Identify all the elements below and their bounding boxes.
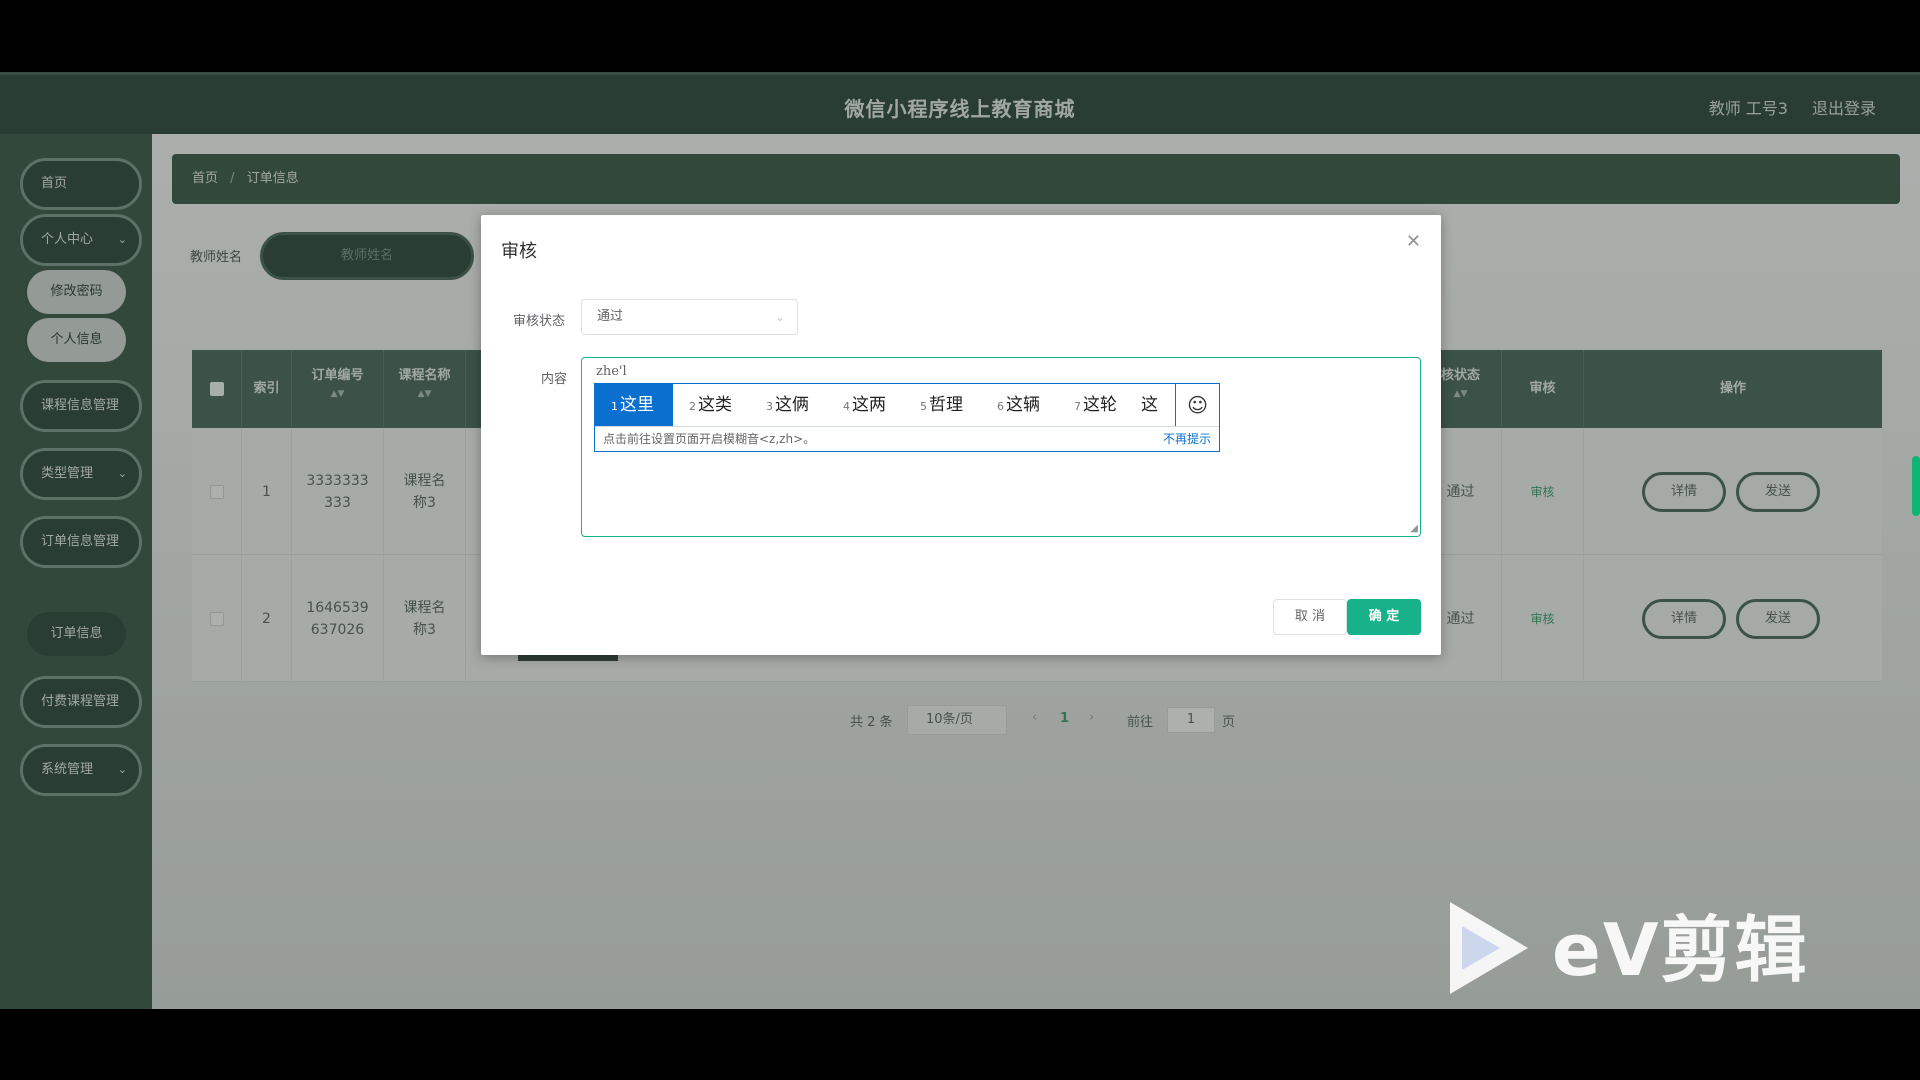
close-icon[interactable]: ✕ (1406, 231, 1421, 252)
ime-candidate[interactable]: 6 这辆 (981, 384, 1040, 426)
ime-candidate[interactable]: 5 哲理 (904, 384, 963, 426)
play-logo-inner-icon (1462, 926, 1500, 970)
confirm-button[interactable]: 确 定 (1347, 599, 1421, 635)
screen-frame: 微信小程序线上教育商城 教师 工号3 退出登录 首页 个人中心 ⌄ 修改密码 个… (0, 0, 1920, 1080)
audit-status-select[interactable]: 通过 ⌄ (581, 299, 798, 335)
audit-status-value: 通过 (597, 309, 624, 324)
dialog-title: 审核 (501, 241, 537, 262)
emoji-icon[interactable]: ☺ (1175, 384, 1219, 426)
ime-hint-text: 点击前往设置页面开启模糊音<z,zh>。 (603, 432, 816, 446)
content-label: 内容 (541, 372, 568, 387)
ime-candidate[interactable]: 3 这俩 (750, 384, 809, 426)
ime-candidate[interactable]: 7 这轮 (1058, 384, 1117, 426)
app-window: 微信小程序线上教育商城 教师 工号3 退出登录 首页 个人中心 ⌄ 修改密码 个… (0, 72, 1920, 1009)
content-text: zhe'l (596, 364, 627, 379)
audit-status-label: 审核状态 (513, 314, 566, 329)
ime-hint-bar: 点击前往设置页面开启模糊音<z,zh>。 不再提示 (595, 426, 1219, 451)
cancel-button[interactable]: 取 消 (1273, 599, 1347, 635)
ime-candidate-partial[interactable]: 这 (1135, 384, 1158, 426)
ime-candidate[interactable]: 2 这类 (673, 384, 732, 426)
resize-handle-icon[interactable]: ◢ (1410, 523, 1418, 534)
ime-candidate-window: 1 这里 2 这类 3 这俩 4 这两 5 哲理 6 这辆 7 这轮 这 ☺ 点击前往设置页面… (594, 383, 1220, 452)
watermark-text: eV剪辑 (1552, 908, 1809, 992)
scroll-indicator[interactable] (1912, 456, 1920, 516)
ime-candidate[interactable]: 4 这两 (827, 384, 886, 426)
ime-candidate[interactable]: 1 这里 (595, 384, 673, 426)
ime-dismiss-link[interactable]: 不再提示 (1163, 427, 1211, 451)
ev-watermark: eV剪辑 (1450, 902, 1830, 1002)
chevron-down-icon: ⌄ (774, 310, 785, 324)
